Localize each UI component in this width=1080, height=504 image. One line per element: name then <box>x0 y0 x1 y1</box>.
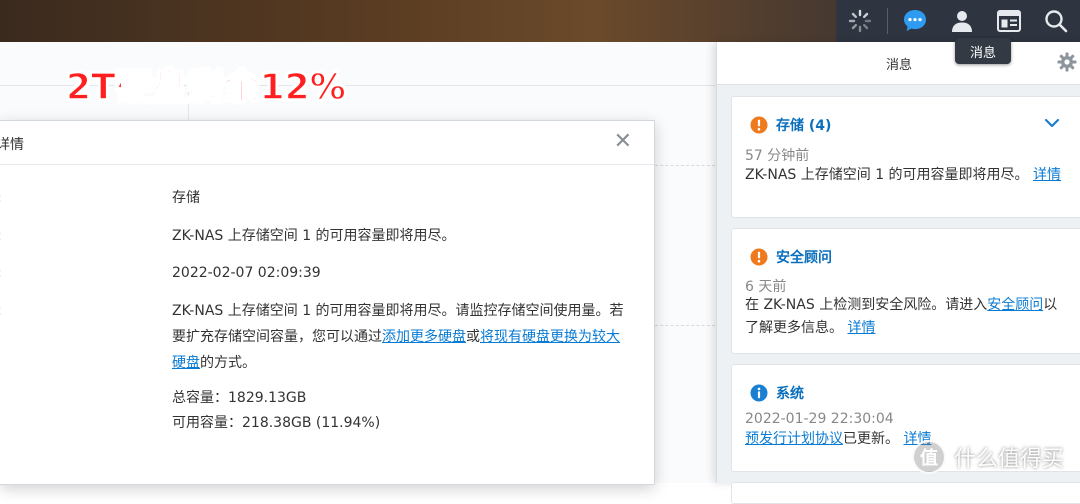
details-link[interactable]: 详情 <box>1033 167 1061 183</box>
row-value: ZK-NAS 上存储空间 1 的可用容量即将用尽。 <box>172 228 456 244</box>
search-icon[interactable] <box>1033 0 1080 42</box>
dialog-title: 详情 <box>0 137 24 153</box>
watermark: 值 什么值得买 <box>912 440 1064 474</box>
row-value: 存储 <box>172 190 200 206</box>
notification-panel: 消息 存储 (4) 57 分钟前 ZK-NAS 上存储空间 1 的可用容量即将用… <box>716 42 1080 504</box>
panel-title: 消息 <box>885 58 912 73</box>
watermark-text: 什么值得买 <box>954 447 1065 472</box>
add-disks-link[interactable]: 添加更多硬盘 <box>382 329 466 345</box>
divider <box>655 165 715 166</box>
spinner-icon[interactable] <box>836 0 883 42</box>
messages-tooltip: 消息 <box>955 38 1011 64</box>
card-time: 6 天前 <box>745 279 787 295</box>
warning-icon <box>750 116 768 134</box>
divider <box>655 325 715 326</box>
row-value: 2022-02-07 02:09:39 <box>172 265 321 281</box>
row-label: : <box>0 188 2 208</box>
close-icon[interactable]: ✕ <box>614 130 632 154</box>
card-category: 存储 (4) <box>776 118 832 134</box>
preview-agreement-link[interactable]: 预发行计划协议 <box>745 431 843 447</box>
notification-card-storage[interactable]: 存储 (4) 57 分钟前 ZK-NAS 上存储空间 1 的可用容量即将用尽。 … <box>731 96 1080 218</box>
watermark-logo: 值 <box>912 440 946 474</box>
details-link[interactable]: 详情 <box>847 320 875 336</box>
chat-bubble-icon[interactable] <box>892 0 939 42</box>
dialog-header: 详情 ✕ <box>0 121 654 165</box>
row-label: : <box>0 226 2 246</box>
info-icon <box>750 384 768 402</box>
user-icon[interactable] <box>939 0 986 42</box>
headline-overlay: 2T硬盘剩余12% <box>65 66 346 109</box>
taskbar-tray <box>836 0 1080 42</box>
row-label: : <box>0 301 2 321</box>
panel-header: 消息 <box>717 42 1080 85</box>
card-header: 存储 (4) <box>750 115 831 135</box>
chevron-down-icon[interactable] <box>1044 113 1060 132</box>
tray-divider <box>887 8 888 34</box>
card-text: 在 ZK-NAS 上检测到安全风险。请进入安全顾问以了解更多信息。 详情 <box>745 297 1058 336</box>
card-text: ZK-NAS 上存储空间 1 的可用容量即将用尽。 详情 <box>745 167 1062 183</box>
card-time: 57 分钟前 <box>745 148 810 164</box>
widget-icon[interactable] <box>986 0 1033 42</box>
row-value: ZK-NAS 上存储空间 1 的可用容量即将用尽。请监控存储空间使用量。若要扩充… <box>172 303 624 371</box>
card-category: 安全顾问 <box>776 250 832 266</box>
notification-card-security[interactable]: 安全顾问 6 天前 在 ZK-NAS 上检测到安全风险。请进入安全顾问以了解更多… <box>731 228 1080 354</box>
detail-dialog: 详情 ✕ : 存储 : ZK-NAS 上存储空间 1 的可用容量即将用尽。 : … <box>0 120 655 485</box>
card-header: 安全顾问 <box>750 247 832 267</box>
row-label: : <box>0 263 2 283</box>
card-header: 系统 <box>750 383 804 403</box>
notification-card-partial <box>731 482 1080 504</box>
security-advisor-link[interactable]: 安全顾问 <box>987 297 1043 313</box>
card-category: 系统 <box>776 386 804 402</box>
warning-icon <box>750 248 768 266</box>
gear-icon[interactable] <box>1057 52 1077 76</box>
card-time: 2022-01-29 22:30:04 <box>745 411 894 427</box>
